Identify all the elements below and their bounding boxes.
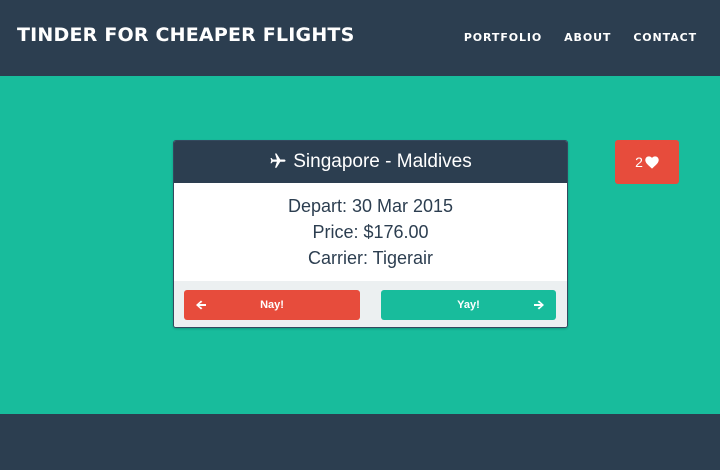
likes-count: 2 <box>635 154 643 170</box>
flight-price: Price: $176.00 <box>312 222 429 242</box>
nav-links: PORTFOLIO ABOUT CONTACT <box>464 31 697 44</box>
flight-carrier: Carrier: Tigerair <box>307 248 434 268</box>
yay-button-label: Yay! <box>457 299 480 311</box>
nav-link-portfolio[interactable]: PORTFOLIO <box>464 31 542 44</box>
depart-date: Depart: 30 Mar 2015 <box>287 196 454 216</box>
nav-link-contact[interactable]: CONTACT <box>633 31 697 44</box>
flight-card-body: Depart: 30 Mar 2015 Price: $176.00 Carri… <box>174 183 567 281</box>
arrow-left-icon <box>195 299 207 311</box>
heart-icon <box>645 155 659 169</box>
brand-title[interactable]: TINDER FOR CHEAPER FLIGHTS <box>17 24 354 46</box>
flight-route: Singapore - Maldives <box>293 151 472 172</box>
page: TINDER FOR CHEAPER FLIGHTS PORTFOLIO ABO… <box>0 0 720 470</box>
flight-card: Singapore - Maldives Depart: 30 Mar 2015… <box>173 140 568 328</box>
likes-counter-button[interactable]: 2 <box>615 140 679 184</box>
plane-icon <box>269 152 287 170</box>
navbar: TINDER FOR CHEAPER FLIGHTS PORTFOLIO ABO… <box>0 0 720 76</box>
nay-button[interactable]: Nay! <box>184 290 360 320</box>
flight-card-header: Singapore - Maldives <box>174 141 567 183</box>
flight-card-footer: Nay! Yay! <box>174 281 567 327</box>
arrow-right-icon <box>533 299 545 311</box>
nay-button-label: Nay! <box>260 299 284 311</box>
nav-link-about[interactable]: ABOUT <box>564 31 611 44</box>
footer <box>0 414 720 470</box>
yay-button[interactable]: Yay! <box>381 290 556 320</box>
